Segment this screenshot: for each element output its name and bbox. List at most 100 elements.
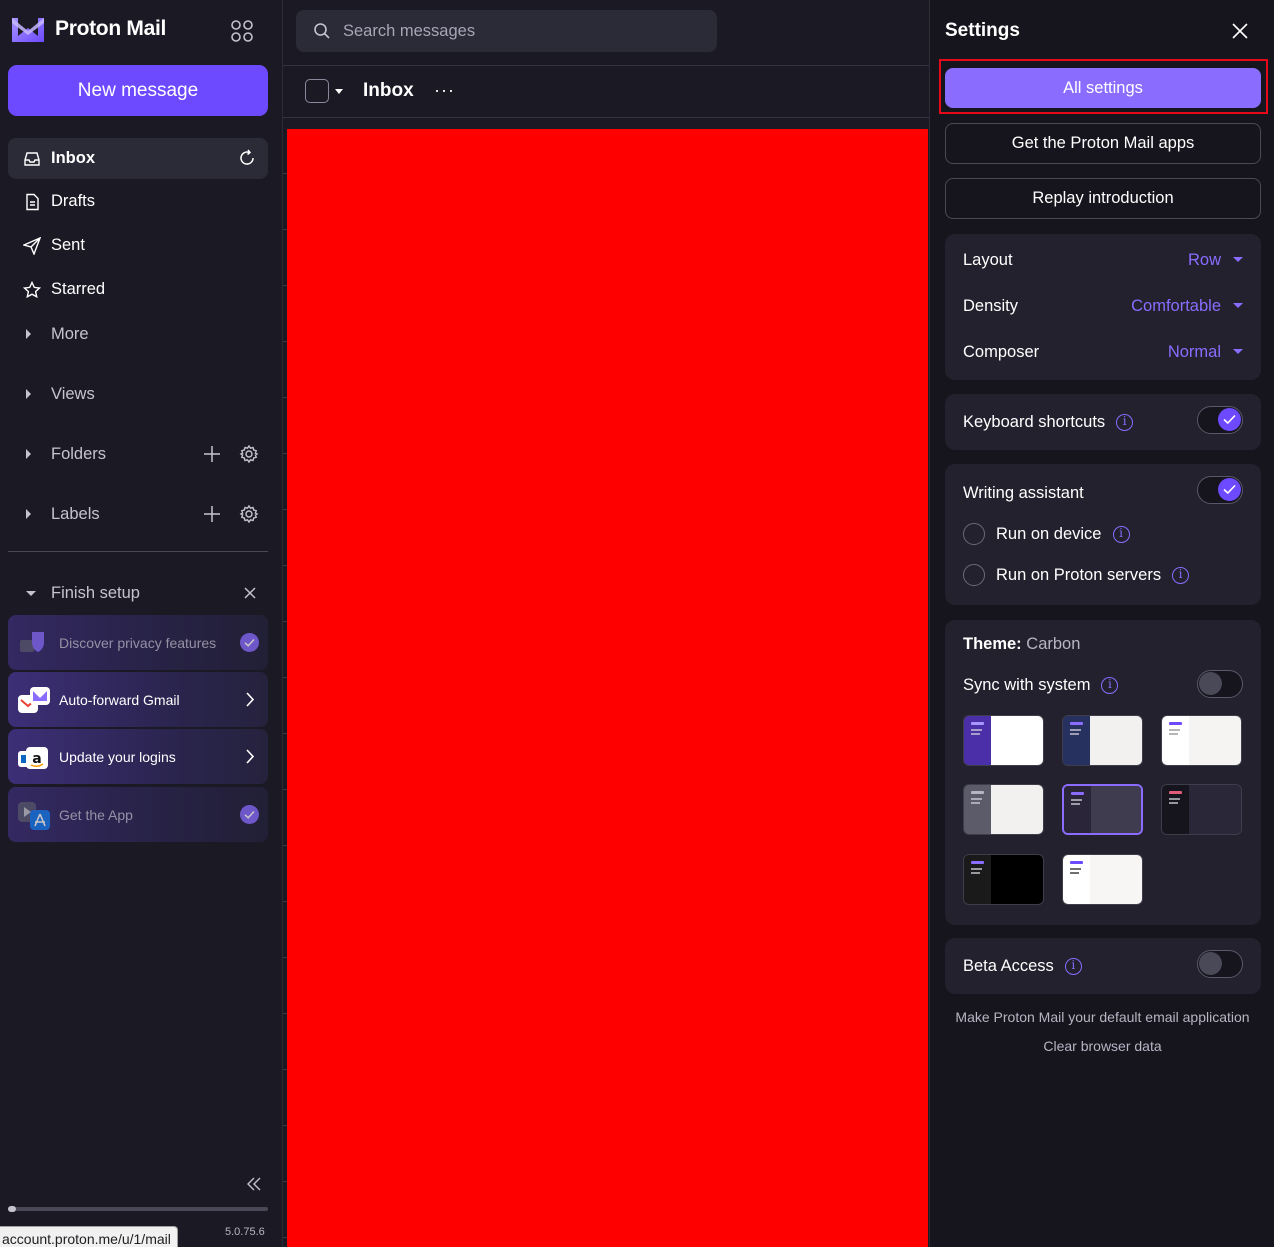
beta-access-toggle[interactable] xyxy=(1197,950,1243,978)
theme-swatch-contrast-light[interactable] xyxy=(1062,854,1143,905)
theme-swatch-contrast-dark[interactable] xyxy=(963,854,1044,905)
density-value[interactable]: Comfortable xyxy=(1131,297,1221,316)
new-message-button[interactable]: New message xyxy=(8,65,268,116)
sidebar-divider xyxy=(8,551,268,552)
replay-intro-button[interactable]: Replay introduction xyxy=(945,178,1261,219)
add-label-plus-icon[interactable] xyxy=(202,504,222,524)
theme-swatch-monokai[interactable] xyxy=(1161,784,1242,835)
brand[interactable]: Proton Mail xyxy=(10,14,166,44)
sidebar-group-views[interactable]: Views xyxy=(8,374,268,414)
chevron-down-icon[interactable] xyxy=(1233,349,1243,354)
default-app-link[interactable]: Make Proton Mail your default email appl… xyxy=(930,1009,1274,1025)
sidebar-scrollbar-thumb[interactable] xyxy=(8,1206,16,1212)
more-options-icon[interactable]: ··· xyxy=(434,80,455,101)
writing-assistant-card: Writing assistant Run on device Run on P… xyxy=(945,464,1261,605)
sidebar-group-labels[interactable]: Labels xyxy=(8,494,268,534)
run-on-device-label: Run on device xyxy=(996,524,1102,543)
run-on-servers-option[interactable]: Run on Proton servers xyxy=(963,563,1243,587)
setup-item-logins[interactable]: a Update your logins xyxy=(8,729,268,784)
close-icon[interactable] xyxy=(1230,21,1250,41)
check-circle-icon xyxy=(240,805,259,824)
refresh-icon[interactable] xyxy=(238,149,256,167)
select-dropdown-caret-icon[interactable] xyxy=(335,89,343,94)
run-on-device-radio[interactable] xyxy=(963,523,985,545)
paper-plane-icon xyxy=(23,236,41,255)
info-icon[interactable] xyxy=(1064,957,1082,975)
run-on-servers-radio[interactable] xyxy=(963,564,985,586)
finish-setup-header[interactable]: Finish setup xyxy=(8,575,268,611)
clear-data-link[interactable]: Clear browser data xyxy=(930,1038,1274,1054)
layout-value[interactable]: Row xyxy=(1188,251,1221,270)
setup-item-app[interactable]: Get the App xyxy=(8,787,268,842)
apps-grid-icon[interactable] xyxy=(230,19,254,43)
sidebar-item-drafts[interactable]: Drafts xyxy=(8,181,268,222)
sidebar-item-inbox[interactable]: Inbox xyxy=(8,138,268,179)
setup-item-label: Discover privacy features xyxy=(59,634,217,651)
theme-swatch-classic[interactable] xyxy=(963,784,1044,835)
close-icon[interactable] xyxy=(242,585,258,601)
density-label: Density xyxy=(963,296,1019,315)
info-icon[interactable] xyxy=(1112,525,1130,543)
app-store-icon xyxy=(18,800,50,830)
info-icon[interactable] xyxy=(1172,566,1190,584)
settings-title: Settings xyxy=(945,20,1020,41)
all-settings-button[interactable]: All settings xyxy=(945,68,1261,108)
add-folder-plus-icon[interactable] xyxy=(202,444,222,464)
sidebar-group-folders[interactable]: Folders xyxy=(8,434,268,474)
writing-assistant-toggle[interactable] xyxy=(1197,476,1243,504)
search-input[interactable] xyxy=(343,21,703,41)
chevron-right-icon xyxy=(246,692,255,707)
setup-item-gmail[interactable]: Auto-forward Gmail xyxy=(8,672,268,727)
theme-swatch-carbon[interactable] xyxy=(1062,784,1143,835)
check-icon xyxy=(1223,414,1236,425)
get-apps-button[interactable]: Get the Proton Mail apps xyxy=(945,123,1261,164)
inbox-icon xyxy=(23,150,41,168)
info-icon[interactable] xyxy=(1116,413,1134,431)
composer-row[interactable]: Composer Normal xyxy=(963,340,1243,364)
run-on-device-option[interactable]: Run on device xyxy=(963,522,1243,546)
composer-value[interactable]: Normal xyxy=(1168,343,1221,362)
chevron-down-icon[interactable] xyxy=(1233,257,1243,262)
sidebar-item-label: Sent xyxy=(51,236,85,254)
layout-row[interactable]: Layout Row xyxy=(963,248,1243,272)
group-label: More xyxy=(51,324,89,343)
info-icon[interactable] xyxy=(1101,676,1119,694)
layout-label: Layout xyxy=(963,250,1013,269)
setup-item-privacy[interactable]: Discover privacy features xyxy=(8,615,268,670)
sidebar-group-more[interactable]: More xyxy=(8,314,268,354)
keyboard-shortcuts-toggle[interactable] xyxy=(1197,406,1243,434)
setup-item-label: Get the App xyxy=(59,806,133,823)
sidebar-scrollbar-track[interactable] xyxy=(8,1207,268,1211)
sidebar-item-starred[interactable]: Starred xyxy=(8,269,268,310)
setup-item-label: Update your logins xyxy=(59,748,176,765)
sidebar-item-label: Starred xyxy=(51,280,106,298)
writing-assistant-label: Writing assistant xyxy=(963,483,1084,502)
chevron-down-icon[interactable] xyxy=(1233,303,1243,308)
theme-swatch-snow[interactable] xyxy=(1161,715,1242,766)
theme-card: Theme: Carbon Sync with system xyxy=(945,620,1261,925)
sync-system-label: Sync with system xyxy=(963,675,1091,694)
theme-value: Carbon xyxy=(1026,634,1081,653)
group-label: Labels xyxy=(51,504,100,523)
list-title: Inbox xyxy=(363,80,414,101)
caret-right-icon xyxy=(26,329,31,339)
label-settings-gear-icon[interactable] xyxy=(239,504,259,524)
theme-swatch-storm[interactable] xyxy=(1062,715,1143,766)
search-bar[interactable] xyxy=(296,10,717,52)
caret-right-icon xyxy=(26,509,31,519)
folder-settings-gear-icon[interactable] xyxy=(239,444,259,464)
theme-swatch-proton[interactable] xyxy=(963,715,1044,766)
sidebar-item-sent[interactable]: Sent xyxy=(8,225,268,266)
search-icon xyxy=(314,23,330,39)
collapse-sidebar-icon[interactable] xyxy=(244,1174,264,1194)
sidebar: Proton Mail New message Inbox Drafts Sen… xyxy=(0,0,282,1247)
check-circle-icon xyxy=(240,633,259,652)
check-icon xyxy=(1223,484,1236,495)
density-row[interactable]: Density Comfortable xyxy=(963,294,1243,318)
caret-down-icon xyxy=(26,590,36,596)
select-all-checkbox[interactable] xyxy=(305,79,329,103)
group-label: Views xyxy=(51,384,95,403)
setup-item-label: Auto-forward Gmail xyxy=(59,691,180,708)
sync-system-toggle[interactable] xyxy=(1197,670,1243,698)
brand-name: Proton Mail xyxy=(55,17,167,40)
